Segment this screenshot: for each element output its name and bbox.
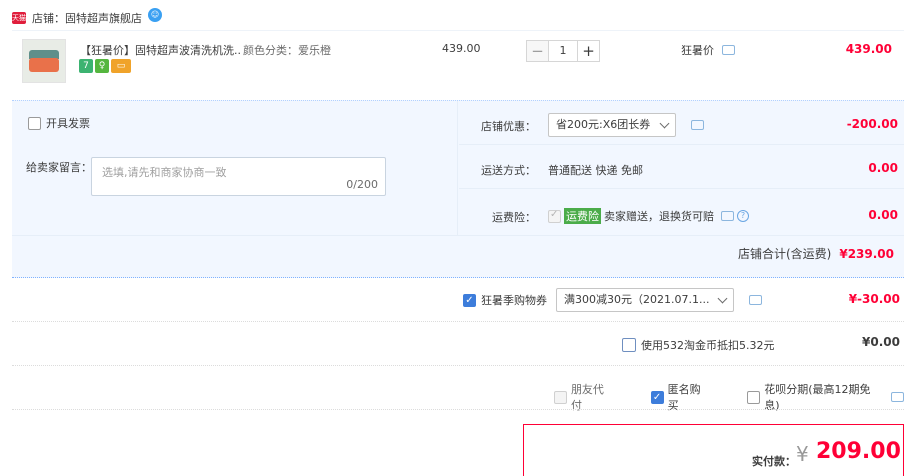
comment-icon[interactable] xyxy=(749,295,762,305)
shipping-method: 普通配送 快递 免邮 xyxy=(548,164,643,177)
divider xyxy=(12,235,904,236)
taojinbi-amount: ¥0.00 xyxy=(862,335,900,349)
shop-discount-value: 省200元:X6团长券 xyxy=(556,118,651,131)
shipping-amount: 0.00 xyxy=(868,161,898,175)
help-icon[interactable]: ? xyxy=(737,210,749,222)
taojinbi-label: 使用532淘金币抵扣5.32元 xyxy=(641,339,775,352)
shop-discount-label: 店铺优惠： xyxy=(481,120,536,133)
huabei-checkbox[interactable] xyxy=(747,390,761,404)
product-title-link[interactable]: 【狂暑价】固特超声波清洗机洗... xyxy=(80,42,240,58)
taojinbi-checkbox[interactable] xyxy=(622,338,636,352)
message-label: 给卖家留言： xyxy=(26,161,92,174)
insurance-amount: 0.00 xyxy=(868,208,898,222)
credit-card-icon[interactable]: ▭ xyxy=(111,59,131,73)
insurance-label: 运费险： xyxy=(492,211,536,224)
message-placeholder: 选填,请先和商家协商一致 xyxy=(102,166,227,179)
chevron-down-icon xyxy=(659,118,670,129)
chevron-down-icon xyxy=(717,293,728,304)
coupon-label: 狂暑季购物券 xyxy=(481,294,547,307)
shipping-row: 运送方式： 普通配送 快递 免邮 0.00 xyxy=(459,145,904,189)
taojinbi-option: 使用532淘金币抵扣5.32元 xyxy=(622,337,775,353)
seller-message-textarea[interactable]: 选填,请先和商家协商一致 0/200 xyxy=(91,157,386,196)
coupon-select[interactable]: 满300减30元（2021.07.1... xyxy=(556,288,734,312)
shop-discount-row: 店铺优惠： 省200元:X6团长券 -200.00 xyxy=(459,101,904,145)
invoice-option[interactable]: 开具发票 xyxy=(28,115,90,131)
shop-name-link[interactable]: 固特超声旗舰店 xyxy=(65,10,142,26)
comment-icon[interactable] xyxy=(691,120,704,130)
shop-header: 天猫 店铺： 固特超声旗舰店 ☺ xyxy=(12,8,162,28)
comment-icon[interactable] xyxy=(891,392,905,402)
product-sku: 颜色分类：爱乐橙 xyxy=(243,44,331,57)
seven-day-return-icon[interactable]: 7 xyxy=(79,59,93,73)
friend-pay-checkbox xyxy=(554,390,567,404)
promo-label: 狂暑价 xyxy=(681,42,735,58)
guarantee-icon[interactable]: ♀ xyxy=(95,59,109,73)
shop-label: 店铺： xyxy=(32,12,65,25)
divider xyxy=(12,365,904,366)
coupon-amount: ¥-30.00 xyxy=(848,292,900,306)
comment-icon[interactable] xyxy=(721,45,735,55)
insurance-row: 运费险： ✓ 运费险 卖家赠送，退换货可赔 ? 0.00 xyxy=(459,189,904,235)
insurance-tag: 运费险 xyxy=(564,208,601,224)
invoice-label: 开具发票 xyxy=(46,117,90,130)
shop-discount-amount: -200.00 xyxy=(846,117,898,131)
coupon-value: 满300减30元（2021.07.1... xyxy=(564,293,710,306)
pay-label: 实付款： xyxy=(752,455,796,468)
service-badges: 7 ♀ ▭ xyxy=(79,59,131,73)
platform-coupon-option: 狂暑季购物券 满300减30元（2021.07.1... xyxy=(463,288,762,312)
payment-summary: 实付款： ¥ 209.00 xyxy=(523,424,904,476)
tmall-logo-icon: 天猫 xyxy=(12,12,26,24)
quantity-stepper: − 1 + xyxy=(526,40,600,62)
buyer-options: 开具发票 给卖家留言： 选填,请先和商家协商一致 0/200 xyxy=(12,101,458,235)
shop-subtotal-label: 店铺合计(含运费) xyxy=(737,247,832,261)
product-thumbnail[interactable] xyxy=(22,39,66,83)
quantity-input[interactable]: 1 xyxy=(549,40,577,62)
promo-text: 狂暑价 xyxy=(681,44,714,57)
divider xyxy=(12,409,904,410)
insurance-description: 卖家赠送，退换货可赔 xyxy=(604,210,714,223)
insurance-checkbox: ✓ xyxy=(548,209,561,223)
currency-symbol: ¥ xyxy=(796,442,809,466)
wangwang-chat-icon[interactable]: ☺ xyxy=(148,8,162,22)
insurance-option: ✓ 运费险 卖家赠送，退换货可赔 ? xyxy=(548,208,749,224)
quantity-decrease-button[interactable]: − xyxy=(526,40,549,62)
shop-fee-options: 店铺优惠： 省200元:X6团长券 -200.00 运送方式： 普通配送 快递 … xyxy=(459,101,904,235)
shop-subtotal: 店铺合计(含运费) ¥239.00 xyxy=(738,245,894,262)
shop-discount-select[interactable]: 省200元:X6团长券 xyxy=(548,113,676,137)
cart-item-row: 【狂暑价】固特超声波清洗机洗... 颜色分类：爱乐橙 7 ♀ ▭ 439.00 … xyxy=(12,30,904,98)
invoice-checkbox[interactable] xyxy=(28,116,41,130)
divider xyxy=(12,321,904,322)
order-options-panel: 开具发票 给卖家留言： 选填,请先和商家协商一致 0/200 店铺优惠： 省20… xyxy=(12,100,904,278)
unit-price: 439.00 xyxy=(442,42,481,55)
coupon-checkbox[interactable] xyxy=(463,293,476,307)
anonymous-checkbox[interactable] xyxy=(650,390,664,404)
shipping-label: 运送方式： xyxy=(481,164,536,177)
pay-amount: 209.00 xyxy=(816,439,901,464)
shop-subtotal-amount: ¥239.00 xyxy=(839,246,894,261)
comment-icon[interactable] xyxy=(721,211,734,221)
item-total: 439.00 xyxy=(845,42,892,56)
message-char-count: 0/200 xyxy=(346,178,378,191)
quantity-increase-button[interactable]: + xyxy=(577,40,600,62)
